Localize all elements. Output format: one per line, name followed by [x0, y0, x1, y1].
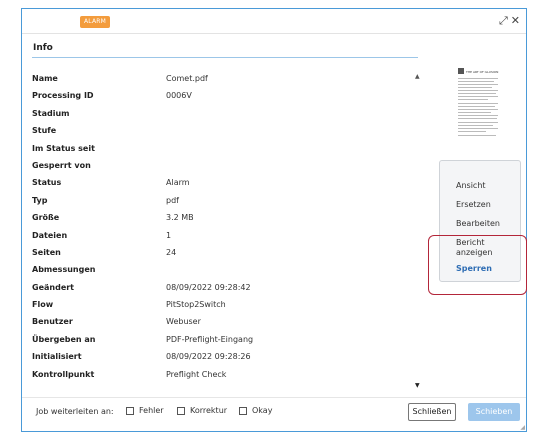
property-row: Initialisiert 08/09/2022 09:28:26 [32, 349, 420, 366]
property-value: pdf [166, 195, 179, 205]
property-value: PitStop2Switch [166, 300, 226, 310]
property-key: Abmessungen [32, 265, 96, 275]
tab-underline [32, 57, 418, 58]
close-button[interactable]: Schließen [408, 403, 456, 421]
property-row: Dateien 1 [32, 228, 420, 245]
property-row: Benutzer Webuser [32, 314, 420, 331]
property-key: Status [32, 178, 62, 188]
tab-info[interactable]: Info [33, 43, 53, 53]
checkbox-box[interactable] [177, 406, 185, 415]
property-value: 0006V [166, 91, 192, 101]
property-row: Stufe [32, 123, 420, 140]
menu-item-ansicht[interactable]: Ansicht [456, 181, 486, 191]
property-row: Kontrollpunkt Preflight Check [32, 367, 420, 384]
checkbox-okay[interactable]: Okay [239, 406, 272, 418]
property-key: Größe [32, 213, 60, 223]
dialog-titlebar: ALARM ⤢ ✕ [22, 9, 526, 34]
property-row: Abmessungen [32, 262, 420, 279]
forward-job-label: Job weiterleiten an: [36, 407, 114, 416]
property-row: Name Comet.pdf [32, 71, 420, 88]
property-row: Größe 3.2 MB [32, 210, 420, 227]
property-row: Processing ID 0006V [32, 88, 420, 105]
property-row: Typ pdf [32, 193, 420, 210]
checkbox-label: Korrektur [190, 406, 228, 415]
scroll-down-icon[interactable]: ▼ [415, 382, 420, 389]
property-key: Initialisiert [32, 352, 82, 362]
checkbox-box[interactable] [239, 406, 247, 415]
property-value: 24 [166, 247, 177, 257]
scroll-up-icon[interactable]: ▲ [415, 73, 420, 80]
property-key: Gesperrt von [32, 160, 91, 170]
property-key: Benutzer [32, 317, 73, 327]
property-row: Stadium [32, 106, 420, 123]
property-value: PDF-Preflight-Eingang [166, 334, 254, 344]
property-row: Geändert 08/09/2022 09:28:42 [32, 280, 420, 297]
job-info-dialog: ALARM ⤢ ✕ Info Name Comet.pdf Processing I… [21, 8, 527, 432]
property-key: Processing ID [32, 91, 94, 101]
property-value: 1 [166, 230, 172, 240]
close-icon[interactable]: ✕ [511, 14, 520, 27]
menu-item-ersetzen[interactable]: Ersetzen [456, 200, 491, 210]
checkbox-label: Fehler [139, 406, 164, 415]
property-value: Comet.pdf [166, 74, 208, 83]
property-row: Flow PitStop2Switch [32, 297, 420, 314]
property-key: Kontrollpunkt [32, 369, 95, 379]
resize-grip-icon[interactable]: ◢ [520, 424, 525, 431]
property-value: 08/09/2022 09:28:42 [166, 282, 251, 292]
menu-item-bearbeiten[interactable]: Bearbeiten [456, 219, 500, 229]
property-value: 3.2 MB [166, 213, 194, 223]
property-key: Geändert [32, 282, 75, 292]
property-key: Dateien [32, 230, 68, 240]
move-button[interactable]: Schieben [468, 403, 520, 421]
property-key: Stufe [32, 126, 57, 136]
highlight-annotation [428, 235, 527, 295]
footer-divider [22, 397, 526, 398]
checkbox-korrektur[interactable]: Korrektur [177, 406, 227, 418]
property-key: Typ [32, 195, 48, 205]
property-key: Seiten [32, 247, 61, 257]
property-row: Seiten 24 [32, 245, 420, 262]
property-row: Status Alarm [32, 175, 420, 192]
checkbox-fehler[interactable]: Fehler [126, 406, 164, 418]
alarm-badge: ALARM [80, 16, 111, 28]
expand-icon[interactable]: ⤢ [499, 14, 508, 27]
checkbox-label: Okay [252, 406, 273, 415]
property-key: Flow [32, 300, 54, 310]
properties-scrollbar[interactable]: ▲ ▼ [415, 73, 425, 389]
property-key: Übergeben an [32, 334, 96, 344]
property-key: Name [32, 74, 58, 83]
property-row: Gesperrt von [32, 158, 420, 175]
property-value: Preflight Check [166, 369, 227, 379]
property-value: 08/09/2022 09:28:26 [166, 352, 251, 362]
property-key: Stadium [32, 108, 70, 118]
window-controls: ⤢ ✕ [496, 14, 520, 28]
property-value: Alarm [166, 178, 190, 188]
document-thumbnail[interactable]: THE ART OF ILLUSION [454, 63, 506, 143]
property-row: Im Status seit [32, 141, 420, 158]
thumbnail-page: THE ART OF ILLUSION [456, 65, 502, 141]
thumbnail-title: THE ART OF ILLUSION [466, 70, 499, 74]
checkbox-box[interactable] [126, 406, 134, 415]
properties-list: Name Comet.pdf Processing ID 0006V Stadium… [32, 71, 420, 391]
property-value: Webuser [166, 317, 201, 327]
property-row: Übergeben an PDF-Preflight-Eingang [32, 332, 420, 349]
property-key: Im Status seit [32, 143, 95, 153]
